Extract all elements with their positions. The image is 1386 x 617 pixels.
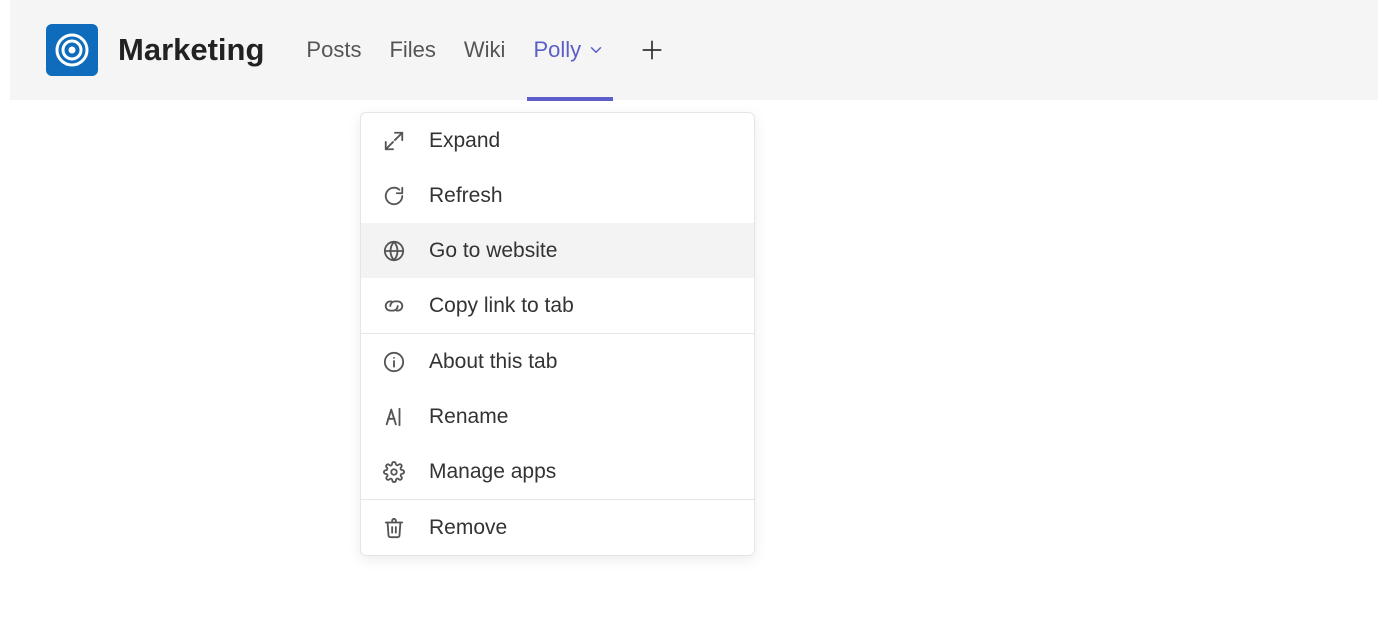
menu-item-label: Go to website [429,239,557,263]
menu-item-label: Copy link to tab [429,294,574,318]
tab-strip: Posts Files Wiki Polly [292,0,665,100]
menu-item-label: Refresh [429,184,503,208]
menu-item-label: Expand [429,129,500,153]
tab-polly[interactable]: Polly [519,0,619,100]
add-tab-button[interactable] [639,37,665,63]
tab-label: Files [389,37,435,63]
expand-icon [381,128,407,154]
refresh-icon [381,183,407,209]
menu-item-label: Manage apps [429,460,556,484]
gear-icon [381,459,407,485]
menu-item-label: Remove [429,516,507,540]
menu-item-rename[interactable]: Rename [361,389,754,444]
menu-item-copy-link[interactable]: Copy link to tab [361,278,754,333]
chevron-down-icon[interactable] [587,41,605,59]
menu-item-refresh[interactable]: Refresh [361,168,754,223]
menu-item-expand[interactable]: Expand [361,113,754,168]
trash-icon [381,515,407,541]
channel-header: Marketing Posts Files Wiki Polly [10,0,1378,100]
menu-item-label: About this tab [429,350,557,374]
tab-label: Posts [306,37,361,63]
tab-files[interactable]: Files [375,0,449,100]
tab-posts[interactable]: Posts [292,0,375,100]
menu-item-remove[interactable]: Remove [361,500,754,555]
tab-context-menu: Expand Refresh Go to website [360,112,755,556]
channel-avatar [46,24,98,76]
link-icon [381,293,407,319]
menu-item-go-to-website[interactable]: Go to website [361,223,754,278]
tab-wiki[interactable]: Wiki [450,0,520,100]
menu-item-label: Rename [429,405,508,429]
channel-title: Marketing [118,32,264,68]
menu-item-about[interactable]: About this tab [361,334,754,389]
channel-avatar-icon [54,32,90,68]
menu-item-manage-apps[interactable]: Manage apps [361,444,754,499]
tab-label: Polly [533,37,581,63]
globe-icon [381,238,407,264]
rename-icon [381,404,407,430]
info-icon [381,349,407,375]
tab-label: Wiki [464,37,506,63]
